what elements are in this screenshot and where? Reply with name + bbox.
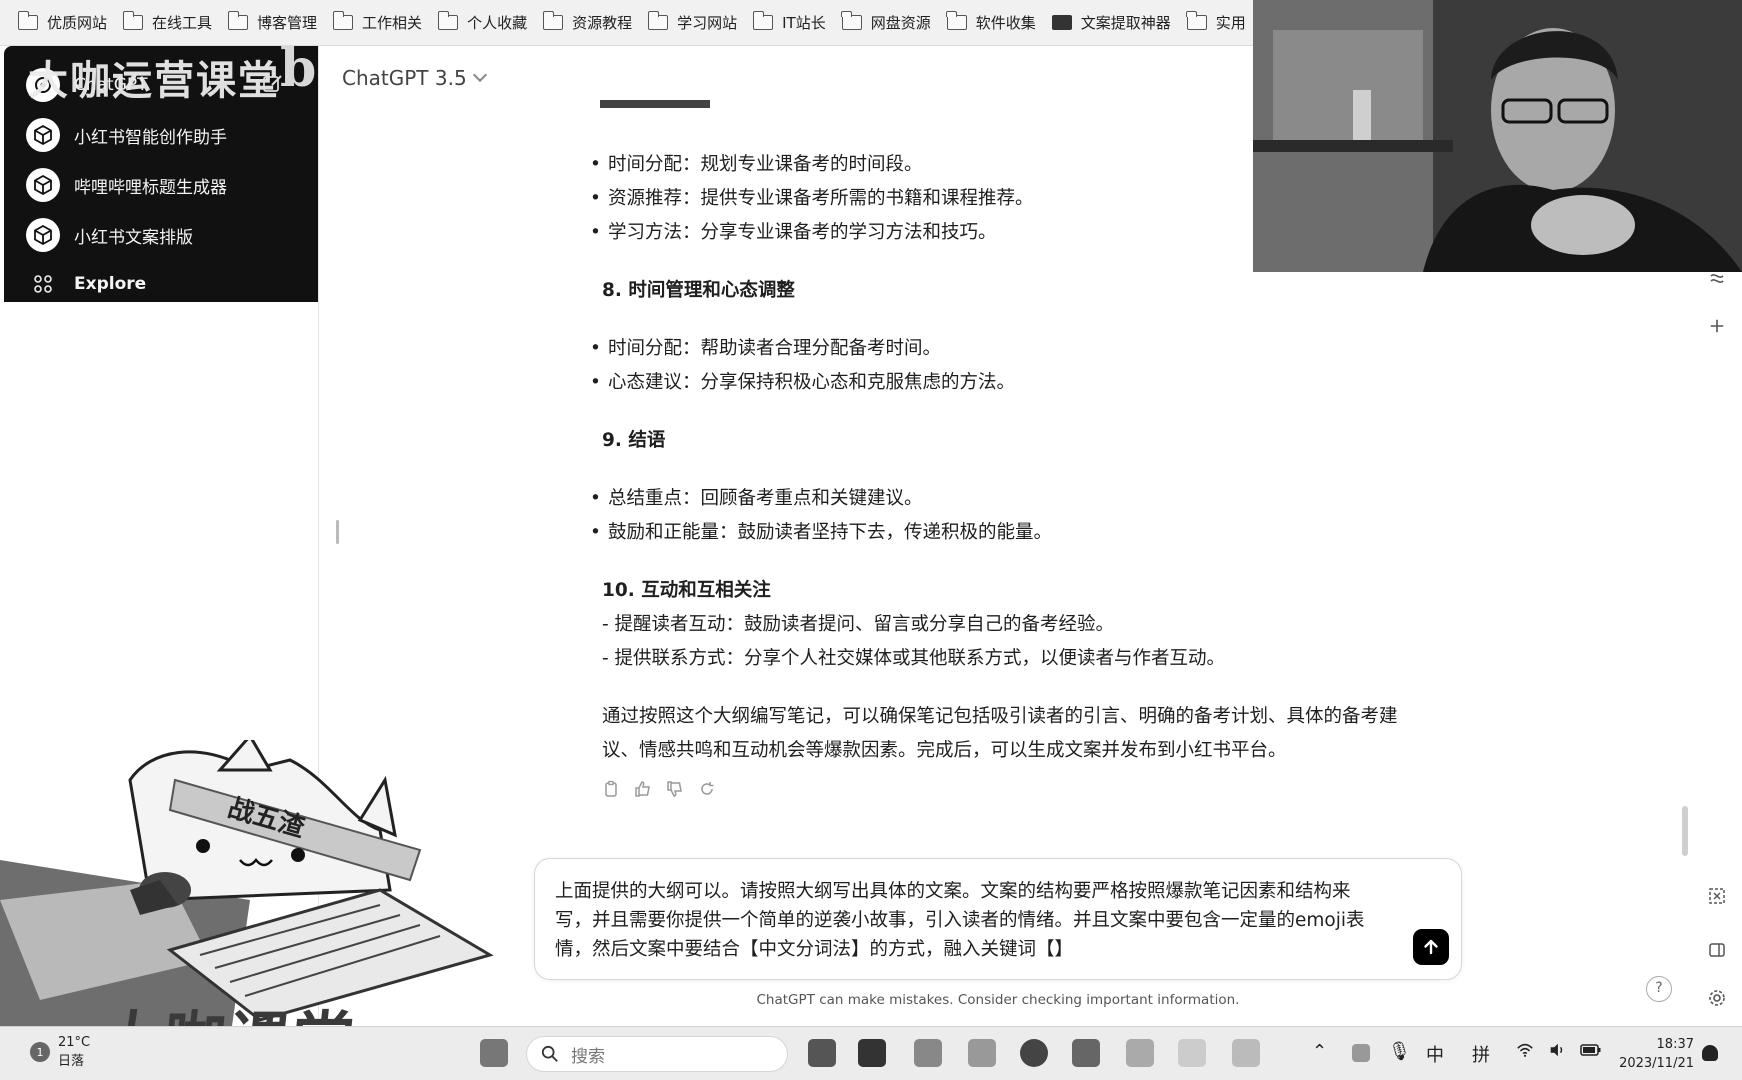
plus-icon[interactable] [1705,314,1729,338]
list-item: • 鼓励和正能量：鼓励读者坚持下去，传递积极的能量。 [590,522,1053,543]
bookmark-folder[interactable]: 网盘资源 [838,8,943,38]
text-line: - 提醒读者互动：鼓励读者提问、留言或分享自己的备考经验。 [602,614,1115,635]
file-explorer-icon[interactable] [968,1039,996,1067]
new-chat-edit-icon[interactable] [262,72,284,94]
taskbar-app-icon[interactable] [808,1039,836,1067]
folder-icon [227,11,249,30]
folder-icon [647,11,669,30]
folder-icon [752,11,774,30]
tray-app-icon[interactable] [1352,1044,1370,1062]
bookmark-link[interactable]: 文案提取神器 [1048,8,1183,38]
bookmark-folder[interactable]: 软件收集 [943,8,1048,38]
folder-icon [437,11,459,30]
arrow-up-icon [1424,939,1438,955]
sidebar-toggle-icon[interactable] [1705,938,1729,962]
help-button[interactable]: ? [1646,976,1672,1002]
cube-icon [26,218,60,252]
section-heading: 9. 结语 [602,430,666,451]
chevron-up-icon[interactable]: ⌃ [1312,1041,1327,1062]
bookmark-folder[interactable]: 工作相关 [329,8,434,38]
panel-resize-handle[interactable] [336,520,339,544]
sidebar-item-xhs-assistant[interactable]: 小红书智能创作助手 [26,118,227,152]
message-composer[interactable]: 上面提供的大纲可以。请按照大纲写出具体的文案。文案的结构要严格按照爆款笔记因素和… [534,858,1462,980]
microphone-icon[interactable]: 🎙︎ [1388,1041,1411,1062]
send-button[interactable] [1413,929,1449,965]
message-actions [602,780,716,798]
bookmark-folder[interactable]: IT站长 [749,8,838,38]
system-clock[interactable]: 18:37 2023/11/21 [1614,1035,1694,1073]
sidebar-item-xhs-layout[interactable]: 小红书文案排版 [26,218,193,252]
wifi-icon[interactable] [1516,1041,1534,1064]
sidebar-item-explore[interactable]: Explore [26,272,146,296]
section-heading: 8. 时间管理和心态调整 [602,280,795,301]
copy-icon[interactable] [602,780,620,798]
folder-icon [841,11,862,30]
cube-icon [26,118,60,152]
text-line: - 提供联系方式：分享个人社交媒体或其他联系方式，以便读者与作者互动。 [602,648,1226,669]
folder-icon [17,11,38,30]
summary-paragraph-line: 通过按照这个大纲编写笔记，可以确保笔记包括吸引读者的引言、明确的备考计划、具体的… [602,706,1398,727]
bookmark-folder[interactable]: 资源教程 [539,8,644,38]
windows-taskbar: 1 21°C 日落 搜索 ⌃ 🎙︎ 中 拼 18:37 2023/11/21 [0,1026,1742,1080]
bookmark-folder[interactable]: 实用 [1183,8,1258,38]
model-selector[interactable]: ChatGPT 3.5 [342,66,487,90]
bookmark-folder[interactable]: 个人收藏 [434,8,539,38]
cube-icon [26,168,60,202]
weather-temp: 21°C [58,1035,91,1050]
folder-icon [1186,11,1207,30]
list-item: • 时间分配：帮助读者合理分配备考时间。 [590,338,942,359]
section-heading: 10. 互动和互相关注 [602,580,771,601]
start-menu-icon[interactable] [480,1039,508,1067]
weather-desc: 日落 [58,1054,85,1069]
clipped-heading [600,100,710,108]
notification-bell-icon[interactable] [1702,1045,1718,1061]
disclaimer-text: ChatGPT can make mistakes. Consider chec… [756,992,1240,1008]
list-item: • 总结重点：回顾备考重点和关键建议。 [590,488,923,509]
taskbar-search[interactable]: 搜索 [526,1036,788,1072]
thumbs-down-icon[interactable] [666,780,684,798]
weather-icon: 1 [30,1042,50,1062]
taskbar-app-icon[interactable] [1232,1039,1260,1067]
regenerate-icon[interactable] [698,780,716,798]
screenshot-icon[interactable] [1705,884,1729,908]
chevron-down-icon [472,67,487,83]
folder-icon [122,11,144,30]
taskbar-app-icon[interactable] [858,1039,886,1067]
ime-lang[interactable]: 中 [1426,1041,1444,1067]
brand-watermark-mark: b [280,38,317,99]
list-item: • 学习方法：分享专业课备考的学习方法和技巧。 [590,222,997,243]
taskbar-app-icon[interactable] [1072,1039,1100,1067]
prompt-input[interactable]: 上面提供的大纲可以。请按照大纲写出具体的文案。文案的结构要严格按照爆款笔记因素和… [555,877,1395,964]
thumbs-up-icon[interactable] [634,780,652,798]
weather-widget[interactable]: 1 21°C 日落 [30,1035,90,1069]
ime-mode[interactable]: 拼 [1472,1041,1490,1067]
presenter-video [1253,0,1742,272]
search-icon [541,1045,558,1062]
webcam-overlay [1253,0,1742,272]
taskbar-app-icon[interactable] [914,1039,942,1067]
scrollbar-thumb[interactable] [1682,806,1688,856]
brand-watermark: 大咖运营课堂 [28,57,280,104]
edge-browser-icon[interactable] [1020,1039,1048,1067]
list-item: • 心态建议：分享保持积极心态和克服焦虑的方法。 [590,372,1016,393]
list-item: • 资源推荐：提供专业课备考所需的书籍和课程推荐。 [590,188,1034,209]
bookmark-folder[interactable]: 优质网站 [14,8,119,38]
taskbar-app-icon[interactable] [1178,1039,1206,1067]
bookmark-folder[interactable]: 在线工具 [119,8,224,38]
notepad-icon[interactable] [1126,1039,1154,1067]
battery-icon[interactable] [1580,1041,1602,1062]
grid-dots-icon [26,272,60,296]
folder-icon [946,11,967,30]
gear-icon[interactable] [1705,986,1729,1010]
volume-icon[interactable] [1548,1041,1566,1064]
folder-icon [542,11,564,30]
list-item: • 时间分配：规划专业课备考的时间段。 [590,154,923,175]
summary-paragraph-line: 议、情感共鸣和互动机会等爆款因素。完成后，可以生成文案并发布到小红书平台。 [602,740,1287,761]
app-icon [1051,15,1072,30]
folder-icon [332,11,354,30]
bookmark-folder[interactable]: 博客管理 [224,8,329,38]
sidebar-item-bilibili-title[interactable]: 哔哩哔哩标题生成器 [26,168,227,202]
bookmark-folder[interactable]: 学习网站 [644,8,749,38]
